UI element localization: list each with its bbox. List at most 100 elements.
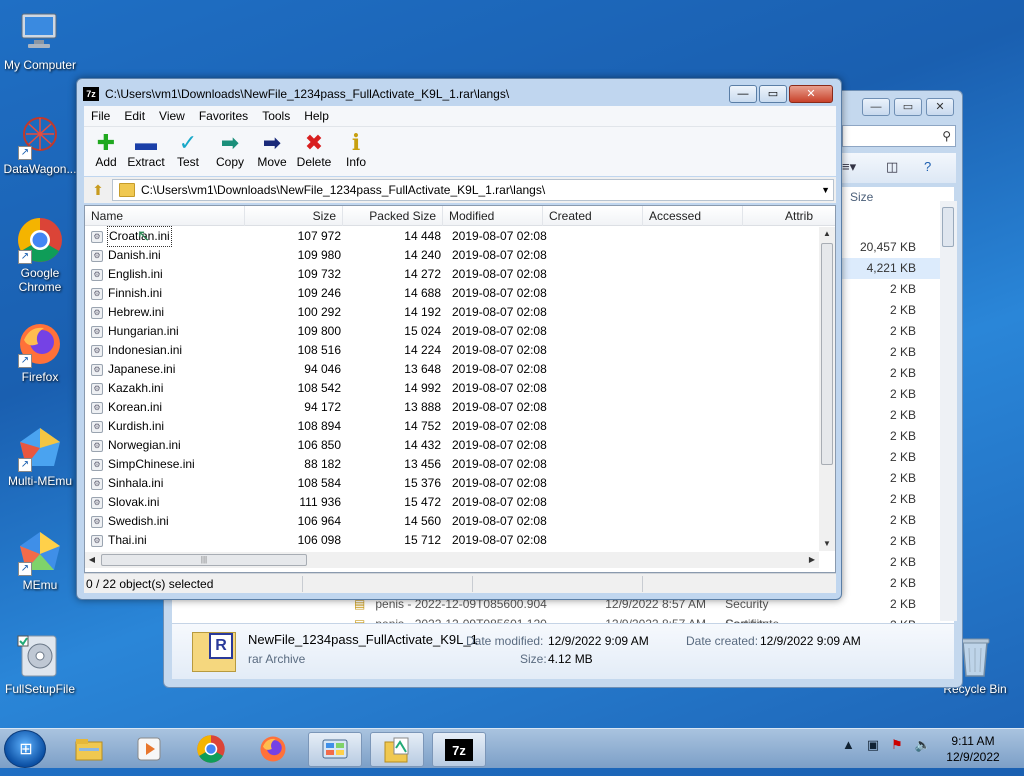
address-input[interactable]: C:\Users\vm1\Downloads\NewFile_1234pass_… (112, 179, 834, 201)
close-button[interactable]: ✕ (789, 85, 833, 103)
desktop-icon-fullsetupfile[interactable]: FullSetupFile (0, 632, 80, 696)
menu-tools[interactable]: Tools (255, 106, 297, 126)
move-button[interactable]: ➡ Move (250, 131, 294, 170)
taskbar-media-player[interactable] (122, 732, 176, 767)
table-row[interactable]: ⚙ Hebrew.ini 100 292 14 192 2019-08-07 0… (85, 303, 819, 322)
desktop-icon-my-computer[interactable]: My Computer (0, 8, 80, 72)
table-row[interactable]: ⚙ Japanese.ini 94 046 13 648 2019-08-07 … (85, 360, 819, 379)
test-button[interactable]: ✓ Test (166, 131, 210, 170)
info-icon: i (351, 130, 361, 156)
table-row[interactable]: ⚙ Norwegian.ini 106 850 14 432 2019-08-0… (85, 436, 819, 455)
vertical-scrollbar[interactable] (940, 201, 957, 621)
desktop-icon-memu[interactable]: ↗ MEmu (0, 528, 80, 592)
maximize-button[interactable]: ▭ (759, 85, 787, 103)
table-row[interactable]: ⚙ Croatian.ini 107 972 14 448 2019-08-07… (85, 226, 819, 247)
add-button[interactable]: ✚ Add (84, 131, 128, 170)
column-header-created[interactable]: Created (543, 206, 643, 226)
minimize-button[interactable]: — (862, 98, 890, 116)
size-cell: 2 KB (889, 513, 916, 527)
column-header-size[interactable]: Size (245, 206, 343, 226)
delete-button[interactable]: ✖ Delete (292, 131, 336, 170)
table-row[interactable]: ⚙ English.ini 109 732 14 272 2019-08-07 … (85, 265, 819, 284)
7zip-window[interactable]: 7z C:\Users\vm1\Downloads\NewFile_1234pa… (76, 78, 842, 600)
table-row[interactable]: ⚙ Sinhala.ini 108 584 15 376 2019-08-07 … (85, 474, 819, 493)
scroll-up-icon[interactable]: ▲ (819, 227, 835, 241)
file-size: 106 098 (297, 533, 341, 547)
table-row[interactable]: ⚙ Finnish.ini 109 246 14 688 2019-08-07 … (85, 284, 819, 303)
chevron-down-icon[interactable]: ▼ (821, 180, 830, 200)
close-button[interactable]: ✕ (926, 98, 954, 116)
taskbar-explorer[interactable] (62, 732, 116, 767)
menu-view[interactable]: View (152, 106, 192, 126)
table-row[interactable]: ⚙ Kurdish.ini 108 894 14 752 2019-08-07 … (85, 417, 819, 436)
maximize-button[interactable]: ▭ (894, 98, 922, 116)
column-header-packed-size[interactable]: Packed Size (343, 206, 443, 226)
desktop-icon-datawagon[interactable]: ↗ DataWagon... (0, 112, 80, 176)
column-header-attrib[interactable]: Attrib (779, 206, 835, 226)
file-name: Hungarian.ini (108, 324, 179, 338)
size-cell: 2 KB (889, 576, 916, 590)
desktop-icon-chrome[interactable]: ↗ Google Chrome (0, 216, 80, 294)
taskbar-folder-app[interactable] (370, 732, 424, 767)
volume-icon[interactable]: 🔈 (915, 737, 931, 753)
menu-help[interactable]: Help (297, 106, 336, 126)
table-row[interactable]: ⚙ Danish.ini 109 980 14 240 2019-08-07 0… (85, 246, 819, 265)
status-divider (302, 576, 303, 592)
start-button[interactable]: ⊞ (4, 730, 46, 768)
vertical-scrollbar[interactable]: ▲ ▼ (819, 227, 835, 551)
scroll-down-icon[interactable]: ▼ (819, 537, 835, 551)
scroll-right-icon[interactable]: ▶ (805, 552, 819, 568)
taskbar-chrome[interactable] (184, 732, 238, 767)
taskbar-firefox[interactable] (246, 732, 300, 767)
search-input[interactable]: ⚲ (842, 125, 956, 147)
desktop-icon-multi-memu[interactable]: ↗ Multi-MEmu (0, 424, 80, 488)
menu-file[interactable]: File (84, 106, 117, 126)
file-list[interactable]: Name Size Packed Size Modified Created A… (84, 205, 836, 573)
extract-button[interactable]: ▬ Extract (124, 131, 168, 170)
file-modified: 2019-08-07 02:08 (452, 324, 547, 338)
table-row[interactable]: ⚙ Hungarian.ini 109 800 15 024 2019-08-0… (85, 322, 819, 341)
title-bar[interactable]: 7z C:\Users\vm1\Downloads\NewFile_1234pa… (83, 83, 733, 105)
horizontal-scrollbar[interactable]: ◀ ||| ▶ (85, 552, 819, 568)
media-player-icon (137, 737, 161, 761)
action-center-icon[interactable]: ⚑ (891, 737, 903, 753)
column-header-accessed[interactable]: Accessed (643, 206, 743, 226)
menu-edit[interactable]: Edit (117, 106, 152, 126)
file-modified: 2019-08-07 02:08 (452, 362, 547, 376)
column-headers: Name Size Packed Size Modified Created A… (85, 206, 835, 226)
table-row[interactable]: ⚙ Korean.ini 94 172 13 888 2019-08-07 02… (85, 398, 819, 417)
info-button[interactable]: i Info (334, 131, 378, 169)
file-packed-size: 15 712 (404, 533, 441, 547)
scroll-left-icon[interactable]: ◀ (85, 552, 99, 568)
minimize-button[interactable]: — (729, 85, 757, 103)
file-size: 94 046 (304, 362, 341, 376)
column-header-name[interactable]: Name (85, 206, 245, 226)
taskbar-memu-multi[interactable] (308, 732, 362, 767)
table-row[interactable]: ⚙ Kazakh.ini 108 542 14 992 2019-08-07 0… (85, 379, 819, 398)
selection-status: 0 / 22 object(s) selected (86, 577, 214, 591)
scrollbar-thumb[interactable] (821, 243, 833, 465)
preview-pane-icon[interactable]: ◫ (886, 159, 898, 175)
view-options-icon[interactable]: ≡▾ (842, 159, 856, 175)
table-row[interactable]: ⚙ Slovak.ini 111 936 15 472 2019-08-07 0… (85, 493, 819, 512)
table-row[interactable]: ⚙ Thai.ini 106 098 15 712 2019-08-07 02:… (85, 531, 819, 550)
scrollbar-thumb[interactable]: ||| (101, 554, 307, 566)
file-modified: 2019-08-07 02:08 (452, 305, 547, 319)
parent-folder-icon[interactable]: ⬆ (88, 180, 108, 200)
show-hidden-icons-icon[interactable]: ▲ (842, 737, 855, 753)
table-row[interactable]: ⚙ Swedish.ini 106 964 14 560 2019-08-07 … (85, 512, 819, 531)
menu-favorites[interactable]: Favorites (192, 106, 255, 126)
help-icon[interactable]: ? (924, 159, 931, 174)
copy-button[interactable]: ➡ Copy (208, 131, 252, 170)
size-cell: 2 KB (889, 534, 916, 548)
scrollbar-thumb[interactable] (942, 207, 954, 247)
desktop-icon-firefox[interactable]: ↗ Firefox (0, 320, 80, 384)
table-row[interactable]: ⚙ SimpChinese.ini 88 182 13 456 2019-08-… (85, 455, 819, 474)
network-status-icon[interactable]: ▣ (867, 737, 879, 753)
taskbar-7zip[interactable]: 7z (432, 732, 486, 767)
column-header-size[interactable]: Size (841, 187, 941, 207)
table-row[interactable]: ⚙ Indonesian.ini 108 516 14 224 2019-08-… (85, 341, 819, 360)
extract-label: Extract (127, 155, 165, 169)
column-header-modified[interactable]: Modified (443, 206, 543, 226)
clock[interactable]: 9:11 AM 12/9/2022 (942, 733, 1004, 765)
